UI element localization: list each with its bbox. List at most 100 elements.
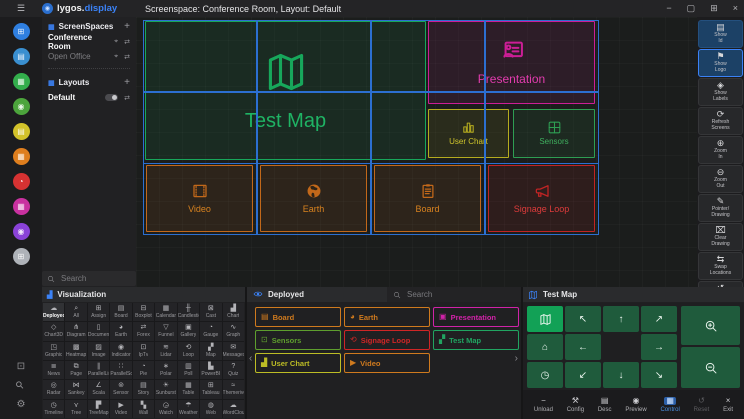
viz-item-cast[interactable]: ⊠Cast [200,303,221,321]
add-screenspace-button[interactable]: + [124,21,130,32]
clear-drawing-button[interactable]: ⌧Clear Drawing [698,223,743,251]
viz-item-story[interactable]: ▤Story [133,380,154,398]
position-icon[interactable]: ⌖ [114,53,118,61]
viz-item-parallelscatter[interactable]: ∷ParallelScatter [110,361,131,379]
map-zoom-out-button[interactable] [681,347,740,388]
viz-item-heatmap[interactable]: ▩Heatmap [65,342,86,360]
app-blue[interactable]: ⊞ [13,23,30,40]
screen-cell[interactable] [143,163,257,235]
fullscreen-icon[interactable]: ▢ [687,3,696,14]
pan-up-right-button[interactable]: ↗ [641,306,677,332]
viz-item-poll[interactable]: ▥Poll [178,361,199,379]
deployed-chip-earth[interactable]: ◕Earth [344,307,430,327]
screen-cell[interactable] [485,20,599,92]
pointer-drawing-button[interactable]: ✎Pointer/ Drawing [698,194,743,222]
app-magenta[interactable]: ▦ [13,198,30,215]
deployed-chip-sensors[interactable]: ⊡Sensors [255,330,341,350]
viz-item-board[interactable]: ▤Board [110,303,131,321]
screen-cell[interactable] [485,163,599,235]
viz-item-parallelline[interactable]: ∥ParallelLine [88,361,109,379]
viz-item-deployed[interactable]: ☁Deployed [43,303,64,321]
viz-item-assign[interactable]: ⊞Assign [88,303,109,321]
viz-item-news[interactable]: ≣News [43,361,64,379]
viz-item-chart[interactable]: ▟Chart [223,303,244,321]
map-zoom-in-button[interactable] [681,306,740,345]
app-purple[interactable]: ◉ [13,223,30,240]
shuffle-icon[interactable]: ⇄ [124,94,130,102]
unload-button[interactable]: −Unload [534,397,553,413]
viz-item-sensor[interactable]: ⊚Sensor [110,380,131,398]
screens-icon[interactable]: ⊡ [17,362,25,372]
desc-button[interactable]: ▤Desc [598,397,612,413]
timer-button[interactable]: ◷ [527,362,563,388]
viz-item-scala[interactable]: ∠Scala [88,380,109,398]
viz-item-image[interactable]: ▨Image [88,342,109,360]
app-orange[interactable]: ▦ [13,148,30,165]
sidebar-search[interactable] [42,271,136,286]
viz-item-messages[interactable]: ✉Messages [223,342,244,360]
deployed-tab[interactable]: Deployed [247,287,387,302]
app-green[interactable]: ▦ [13,73,30,90]
viz-item-diagram[interactable]: ⋔Diagram [65,322,86,340]
deployed-search-input[interactable] [405,289,499,300]
viz-item-watch[interactable]: ◶Watch [155,400,176,418]
pan-up-button[interactable]: ↑ [603,306,639,332]
position-icon[interactable]: ⌖ [114,38,118,46]
pan-down-button[interactable]: ↓ [603,362,639,388]
screen-cell[interactable] [143,20,257,92]
viz-item-treemap[interactable]: ▛TreeMap [88,400,109,418]
chips-next-button[interactable]: › [515,353,518,364]
viz-item-gauge[interactable]: ◔Gauge [200,322,221,340]
screenspace-item[interactable]: Conference Room⌖⇄ [42,34,136,49]
viz-item-web[interactable]: ◍Web [200,400,221,418]
show-id-button[interactable]: ▤Show Id [698,20,743,48]
pan-left-button[interactable]: ← [565,334,601,360]
show-map-button[interactable] [527,306,563,332]
viz-item-radar[interactable]: ◎Radar [43,380,64,398]
viz-item-sankey[interactable]: ⋈Sankey [65,380,86,398]
snap-grid-icon[interactable]: ⊞ [710,3,718,14]
viz-item-timeline[interactable]: ◷Timeline [43,400,64,418]
viz-item-table[interactable]: ▦Table [178,380,199,398]
refresh-screens-button[interactable]: ⟳Refresh Screens [698,107,743,135]
viz-item-page[interactable]: ⧉Page [65,361,86,379]
viz-item-loop[interactable]: ⟲Loop [178,342,199,360]
swap-locations-button[interactable]: ⇆Swap Locations [698,252,743,280]
minimize-icon[interactable]: − [666,3,671,14]
viz-item-tableau[interactable]: ⊞Tableau [200,380,221,398]
shuffle-icon[interactable]: ⇄ [124,53,130,61]
screen-cell[interactable] [257,92,371,164]
screen-cell[interactable] [371,92,485,164]
viz-item-powerbi[interactable]: ▙PowerBI [200,361,221,379]
screen-cell[interactable] [257,163,371,235]
viz-item-polar[interactable]: ∗Polar [155,361,176,379]
screen-cell[interactable] [143,92,257,164]
viz-item-weather[interactable]: ☂Weather [178,400,199,418]
sidebar-search-input[interactable] [59,273,133,284]
key-icon[interactable]: ⚲ [15,380,27,392]
viz-item-wall[interactable]: ▚Wall [133,400,154,418]
show-labels-button[interactable]: ◈Show Labels [698,78,743,106]
scene-3d-button[interactable]: ⌂ [527,334,563,360]
screen-cell[interactable] [257,20,371,92]
layout-canvas[interactable]: Test MapPresentationUser ChartSensorsVid… [136,17,697,287]
screen-cell[interactable] [371,20,485,92]
viz-item-pie[interactable]: ◔Pie [133,361,154,379]
pan-up-left-button[interactable]: ↖ [565,306,601,332]
viz-item-indicator[interactable]: ◉Indicator [110,342,131,360]
viz-item-earth[interactable]: ◕Earth [110,322,131,340]
control-button[interactable]: ▦Control [660,397,679,413]
screen-cell[interactable] [371,163,485,235]
shuffle-icon[interactable]: ⇄ [124,38,130,46]
viz-item-all[interactable]: ⌕All [65,303,86,321]
app-gray[interactable]: ⊞ [13,248,30,265]
screen-cell[interactable] [485,92,599,164]
viz-item-wordcloud[interactable]: ☁WordCloud [223,400,244,418]
viz-item-calendar[interactable]: ▦Calendar [155,303,176,321]
viz-item-gallery[interactable]: ▣Gallery [178,322,199,340]
viz-item-map[interactable]: ▞Map [200,342,221,360]
menu-icon[interactable]: ☰ [0,3,42,14]
preview-button[interactable]: ◉Preview [625,397,646,413]
viz-item-video[interactable]: ▶Video [110,400,131,418]
viz-item-graph[interactable]: ∿Graph [223,322,244,340]
